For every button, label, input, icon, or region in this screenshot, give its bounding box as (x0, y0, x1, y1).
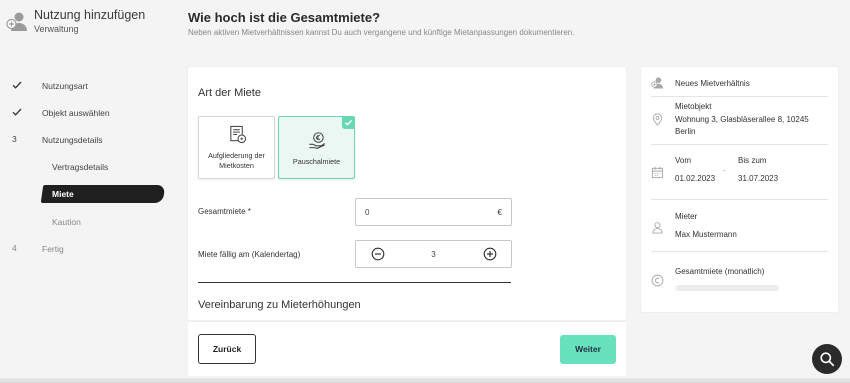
total-rent-value: 0 (365, 208, 370, 217)
next-button[interactable]: Weiter (560, 335, 616, 364)
summary-card: Neues Mietverhältnis Mietobjekt Wohnung … (641, 67, 838, 312)
page-subtitle: Neben aktiven Mietverhältnissen kannst D… (188, 28, 575, 37)
substep-miete[interactable]: Miete (0, 185, 180, 203)
option-flat-rent[interactable]: Pauschalmiete (278, 116, 355, 179)
summary-divider (651, 199, 828, 200)
summary-divider (651, 144, 828, 145)
summary-divider (651, 251, 828, 252)
step-objekt-auswaehlen[interactable]: Objekt auswählen (0, 105, 180, 121)
rent-form-card: Art der Miete Aufgliederung der Mietkost… (188, 67, 626, 320)
section-title-rent-increase: Vereinbarung zu Mieterhöhungen (198, 299, 361, 311)
option-itemized-rent[interactable]: Aufgliederung der Mietkosten (198, 116, 275, 179)
step-nutzungsdetails[interactable]: 3 Nutzungsdetails (0, 132, 180, 148)
person-add-icon (6, 12, 27, 31)
form-footer: Zurück Weiter (188, 321, 626, 376)
due-day-label: Miete fällig am (Kalendertag) (198, 250, 301, 259)
check-icon (12, 107, 24, 119)
app-subtitle: Verwaltung (34, 24, 79, 34)
from-value: 01.02.2023 (675, 174, 716, 183)
substep-kaution[interactable]: Kaution (0, 214, 180, 230)
section-title-rent-type: Art der Miete (198, 87, 261, 99)
step-nutzungsart[interactable]: Nutzungsart (0, 78, 180, 94)
check-icon (12, 80, 24, 92)
due-day-stepper[interactable]: 3 (355, 240, 512, 268)
currency-symbol: € (497, 208, 502, 217)
to-value: 31.07.2023 (738, 174, 779, 183)
user-icon (652, 222, 663, 234)
total-rent-input[interactable]: 0 € (355, 198, 512, 226)
step-number: 4 (12, 243, 17, 253)
step-label: Objekt auswählen (42, 108, 110, 118)
section-divider (198, 282, 511, 283)
summary-header: Neues Mietverhältnis (675, 79, 750, 88)
app-header: Nutzung hinzufügen Verwaltung (6, 8, 145, 36)
summary-divider (651, 96, 828, 97)
step-label: Fertig (42, 244, 64, 254)
bottom-edge (0, 378, 850, 383)
tenant-value: Max Mustermann (675, 230, 737, 239)
step-fertig[interactable]: 4 Fertig (0, 241, 180, 257)
search-icon (820, 352, 835, 367)
step-label: Nutzungsart (42, 81, 88, 91)
object-value: Wohnung 3, Glasbläserallee 8, 10245 Berl… (675, 115, 809, 136)
rent-value-placeholder (675, 285, 779, 291)
option-label: Pauschalmiete (292, 157, 341, 166)
page-title: Wie hoch ist die Gesamtmiete? (188, 10, 381, 25)
rent-summary-label: Gesamtmiete (monatlich) (675, 267, 765, 276)
option-label: Aufgliederung der Mietkosten (208, 151, 265, 170)
substep-vertragsdetails[interactable]: Vertragsdetails (0, 159, 180, 175)
currency-circle-icon (651, 274, 664, 287)
from-label: Vom (675, 156, 692, 165)
object-label: Mietobjekt (675, 102, 712, 111)
tenant-label: Mieter (675, 212, 698, 221)
total-rent-label: Gesamtmiete * (198, 207, 251, 216)
step-label: Miete (52, 189, 74, 199)
location-pin-icon (652, 113, 663, 126)
step-label: Kaution (52, 217, 81, 227)
to-label: Bis zum (738, 156, 767, 165)
hand-coin-icon (309, 132, 325, 149)
step-label: Nutzungsdetails (42, 135, 103, 145)
step-number: 3 (12, 134, 17, 144)
itemized-invoice-icon (230, 125, 247, 144)
step-label: Vertragsdetails (52, 162, 109, 172)
person-add-icon (651, 77, 664, 89)
calendar-icon (651, 166, 664, 179)
back-button[interactable]: Zurück (198, 334, 256, 364)
search-fab-button[interactable] (812, 344, 842, 374)
plus-circle-icon[interactable] (483, 247, 497, 261)
date-separator: - (723, 166, 726, 175)
selected-check-icon (342, 116, 355, 129)
app-title: Nutzung hinzufügen (34, 8, 146, 22)
